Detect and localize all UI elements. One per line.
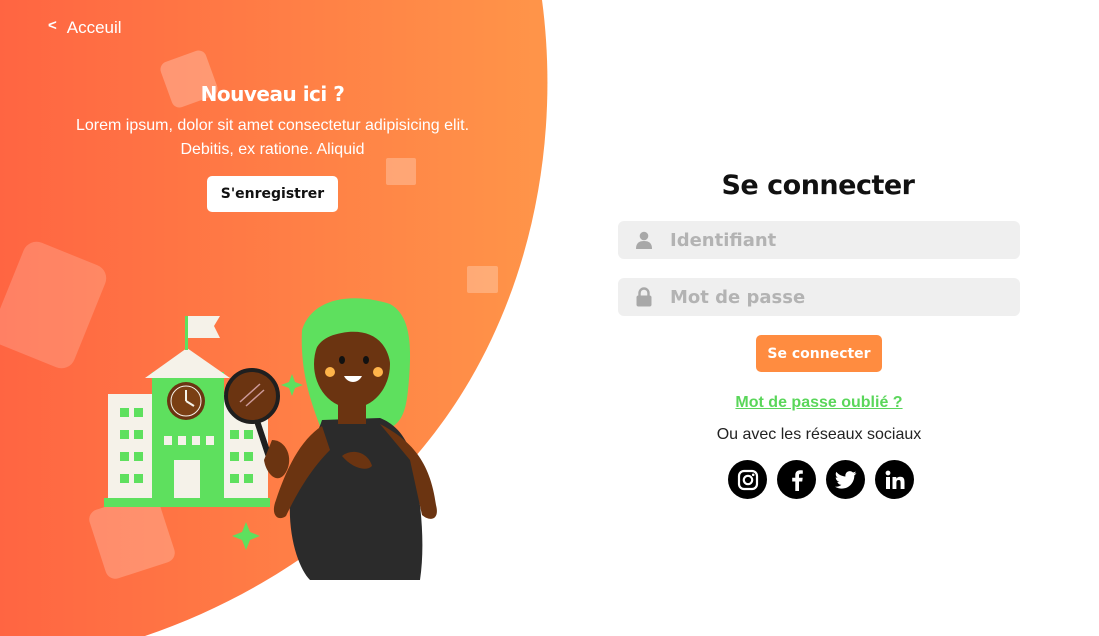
password-input[interactable] [670,278,1020,316]
login-title: Se connecter [721,170,915,201]
username-input[interactable] [670,221,1020,259]
promo-panel: Nouveau ici ? Lorem ipsum, dolor sit ame… [60,82,485,212]
back-home-link[interactable]: < Acceuil [48,16,122,38]
back-home-label: Acceuil [66,18,122,37]
lock-icon [618,287,670,307]
instagram-icon[interactable] [728,460,767,499]
login-submit-button[interactable]: Se connecter [756,335,882,372]
social-login-text: Ou avec les réseaux sociaux [716,426,922,443]
woman-character-icon [273,298,437,580]
password-field [618,278,1020,316]
promo-title: Nouveau ici ? [200,82,345,106]
user-icon [618,231,670,249]
sparkle-icon [232,522,260,550]
login-form: Se connecter Se connecter Mot de passe o… [618,170,1020,499]
school-illustration [104,298,437,580]
username-field [618,221,1020,259]
register-button[interactable]: S'enregistrer [206,176,339,212]
twitter-icon[interactable] [826,460,865,499]
social-login-buttons [622,460,1020,499]
chevron-left-icon: < [48,16,57,34]
forgot-password-link[interactable]: Mot de passe oublié ? [618,394,1020,412]
sparkle-icon [281,374,303,396]
promo-text: Lorem ipsum, dolor sit amet consectetur … [75,117,470,158]
decor-square [467,266,498,293]
linkedin-icon[interactable] [875,460,914,499]
facebook-icon[interactable] [777,460,816,499]
